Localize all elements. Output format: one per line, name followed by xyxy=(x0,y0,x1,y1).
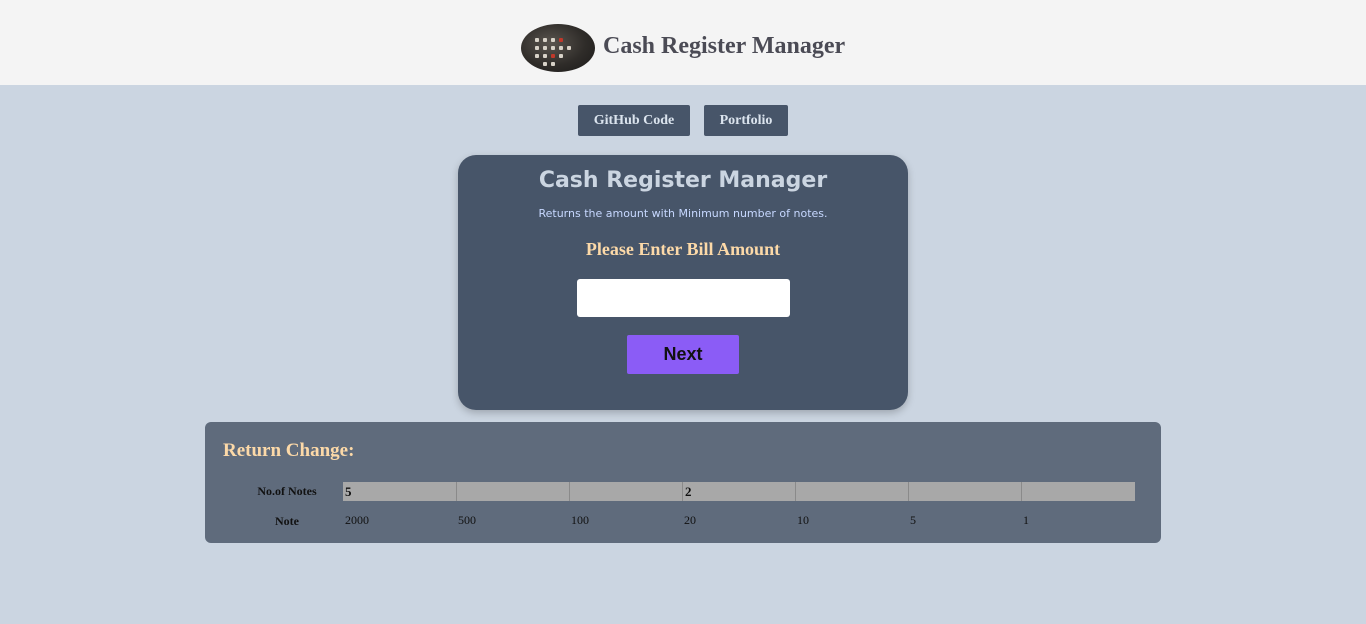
note-value-cell: 1 xyxy=(1023,513,1029,527)
app-header: Cash Register Manager xyxy=(0,0,1366,85)
note-value-cell: 5 xyxy=(910,513,916,527)
cash-register-icon xyxy=(521,24,595,72)
card-subtitle: Returns the amount with Minimum number o… xyxy=(538,207,828,220)
bill-amount-prompt: Please Enter Bill Amount xyxy=(585,239,781,259)
note-value-cell: 500 xyxy=(458,513,476,527)
note-count-cell xyxy=(456,482,570,501)
card-title: Cash Register Manager xyxy=(538,168,828,193)
note-label: Note xyxy=(275,514,299,528)
return-change-title: Return Change: xyxy=(223,440,355,461)
bill-card: Cash Register Manager Returns the amount… xyxy=(458,155,908,410)
note-count-cell: 5 xyxy=(343,482,457,501)
note-count-cell xyxy=(908,482,1022,501)
app-title: Cash Register Manager xyxy=(603,33,846,59)
note-count-cell xyxy=(795,482,909,501)
note-value-cell: 2000 xyxy=(345,513,369,527)
note-value-cell: 100 xyxy=(571,513,589,527)
note-count-cell xyxy=(1021,482,1135,501)
note-count-cell: 2 xyxy=(682,482,796,501)
next-button[interactable]: Next xyxy=(627,335,739,374)
github-code-button[interactable]: GitHub Code xyxy=(578,105,690,136)
bill-amount-input[interactable] xyxy=(577,279,790,317)
return-change-panel: Return Change: No.of Notes Note 5 2 2000… xyxy=(205,422,1161,543)
note-value-cell: 20 xyxy=(684,513,696,527)
portfolio-button[interactable]: Portfolio xyxy=(704,105,788,136)
no-of-notes-label: No.of Notes xyxy=(257,484,317,498)
note-value-cell: 10 xyxy=(797,513,809,527)
note-count-cell xyxy=(569,482,683,501)
